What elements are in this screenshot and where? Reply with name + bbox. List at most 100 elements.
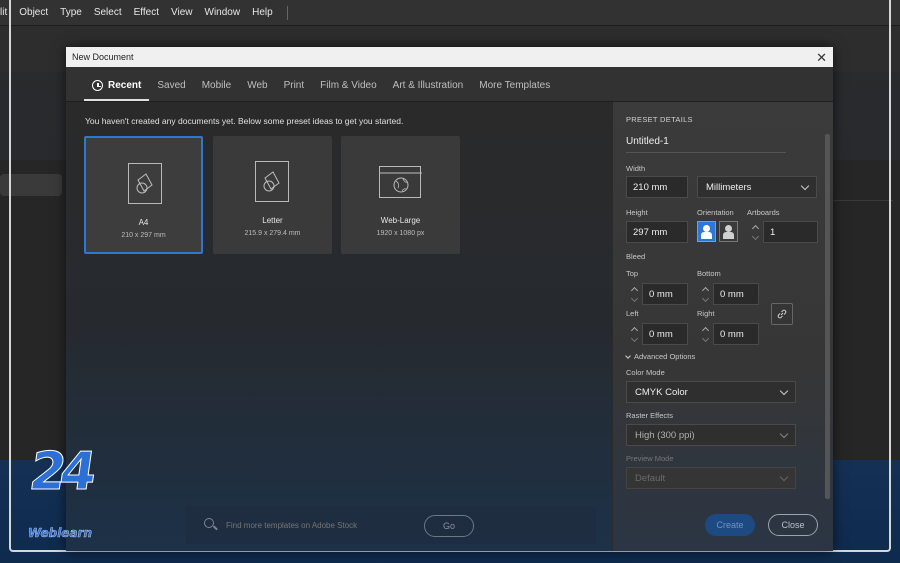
intro-text: You haven't created any documents yet. B… [85,116,404,126]
tab-more-templates[interactable]: More Templates [471,80,558,101]
up-arrow-icon [701,326,709,334]
tab-label: Web [247,80,268,91]
chevron-down-icon [779,429,789,438]
new-document-dialog: New Document ✕ Recent Saved Mobile Web P… [66,47,833,551]
width-field[interactable] [626,176,688,198]
document-name-input[interactable] [626,131,786,153]
chevron-down-icon [800,181,810,190]
menu-item-type[interactable]: Type [54,7,88,18]
link-icon [777,309,787,319]
page-shape-icon [255,161,289,202]
bleed-bottom-label: Bottom [697,269,721,278]
menu-item-view[interactable]: View [165,7,199,18]
tab-label: Art & Illustration [392,80,464,91]
link-bleed-button[interactable] [771,303,793,325]
logo-wordmark: Weblearn [28,526,93,540]
tab-recent[interactable]: Recent [84,80,150,101]
app-left-panel-item [0,174,62,196]
artboards-stepper[interactable] [749,221,761,243]
raster-effects-dropdown[interactable]: High (300 ppi) [626,424,796,446]
logo-number: 24 [25,442,95,503]
menu-item-object[interactable]: Object [13,7,54,18]
category-tabs: Recent Saved Mobile Web Print Film & Vid… [66,67,833,102]
unit-value: Millimeters [706,181,752,193]
advanced-options-label: Advanced Options [634,352,696,361]
down-arrow-icon [701,294,709,302]
tab-film-video[interactable]: Film & Video [312,80,385,101]
menu-item-edit[interactable]: lit [0,7,13,18]
bleed-right-stepper[interactable] [699,323,711,345]
down-arrow-icon [630,294,638,302]
bleed-top-stepper[interactable] [628,283,640,305]
menu-item-help[interactable]: Help [246,7,279,18]
height-field[interactable] [626,221,688,243]
bleed-label: Bleed [626,252,646,261]
app-right-panel-divider [833,200,893,201]
bleed-top-label: Top [626,269,639,278]
tab-art-illustration[interactable]: Art & Illustration [385,80,472,101]
raster-effects-value: High (300 ppi) [635,429,695,441]
artboards-field[interactable] [763,221,818,243]
raster-effects-label: Raster Effects [626,411,673,420]
tab-saved[interactable]: Saved [149,80,193,101]
web-globe-icon [379,166,422,198]
clock-icon [92,80,103,91]
bleed-left-field[interactable] [642,323,688,345]
tab-print[interactable]: Print [276,80,313,101]
dialog-title: New Document [72,52,134,62]
menu-item-window[interactable]: Window [199,7,247,18]
down-arrow-icon [630,334,638,342]
preset-dimensions: 210 x 297 mm [121,232,166,239]
preset-name: Letter [262,216,283,225]
bleed-bottom-field[interactable] [713,283,759,305]
close-icon[interactable]: ✕ [816,51,827,64]
up-arrow-icon [701,286,709,294]
up-arrow-icon [630,286,638,294]
preset-details-heading: PRESET DETAILS [626,115,693,124]
preview-mode-value: Default [635,472,666,484]
preview-mode-dropdown[interactable]: Default [626,467,796,489]
preset-details-panel: PRESET DETAILS Width Millimeters Height … [612,102,833,551]
preset-dimensions: 1920 x 1080 px [376,230,425,237]
stock-search-input[interactable] [226,518,376,532]
advanced-options-toggle[interactable]: Advanced Options [625,352,696,361]
portrait-orientation-button[interactable] [697,221,716,242]
bleed-top-field[interactable] [642,283,688,305]
up-arrow-icon [630,326,638,334]
go-button[interactable]: Go [424,515,474,537]
menu-bar: lit Object Type Select Effect View Windo… [0,0,900,26]
artboards-label: Artboards [747,208,780,217]
weblearn-logo: 24 Weblearn [25,442,102,542]
tab-label: Film & Video [320,80,377,91]
preset-name: A4 [138,218,149,227]
color-mode-label: Color Mode [626,368,665,377]
chevron-down-icon [779,386,789,395]
menu-item-select[interactable]: Select [88,7,128,18]
portrait-icon [703,225,710,232]
details-scrollbar[interactable] [825,134,830,499]
create-button[interactable]: Create [705,514,755,536]
bleed-left-stepper[interactable] [628,323,640,345]
landscape-icon [725,225,732,232]
landscape-orientation-button[interactable] [719,221,738,242]
preset-name: Web-Large [380,216,421,225]
tab-mobile[interactable]: Mobile [194,80,239,101]
tab-web[interactable]: Web [239,80,275,101]
app-right-panel [833,160,900,460]
color-mode-value: CMYK Color [635,386,688,398]
portrait-icon-body [701,232,712,239]
bleed-left-label: Left [626,309,639,318]
preset-card-a4[interactable]: A4 210 x 297 mm [84,136,203,254]
preset-card-web-large[interactable]: Web-Large 1920 x 1080 px [341,136,460,254]
color-mode-dropdown[interactable]: CMYK Color [626,381,796,403]
page-shape-icon [128,163,162,204]
preset-card-letter[interactable]: Letter 215.9 x 279.4 mm [213,136,332,254]
close-button[interactable]: Close [768,514,818,536]
menu-item-effect[interactable]: Effect [128,7,165,18]
bleed-right-field[interactable] [713,323,759,345]
preview-mode-label: Preview Mode [626,454,674,463]
landscape-icon-body [723,232,734,239]
unit-dropdown[interactable]: Millimeters [697,176,817,198]
bleed-bottom-stepper[interactable] [699,283,711,305]
tab-label: Saved [157,80,186,91]
